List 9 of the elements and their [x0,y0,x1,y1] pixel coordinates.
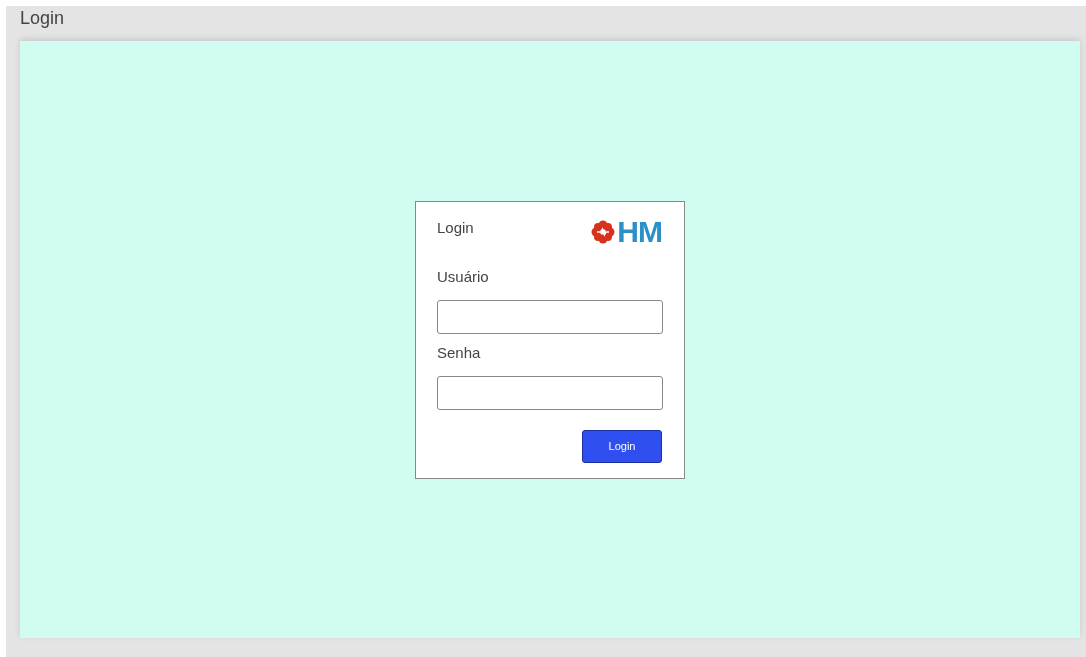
logo-text: HM [617,216,662,247]
card-title: Login [437,218,474,236]
field-label: Senha [437,343,482,363]
flower-logo-icon [591,219,616,244]
window-title: Login [20,7,66,30]
password-field[interactable] [437,375,663,410]
field-label: Usuário [437,267,490,287]
login-button[interactable]: Login [582,429,662,463]
username-field[interactable] [437,299,663,334]
